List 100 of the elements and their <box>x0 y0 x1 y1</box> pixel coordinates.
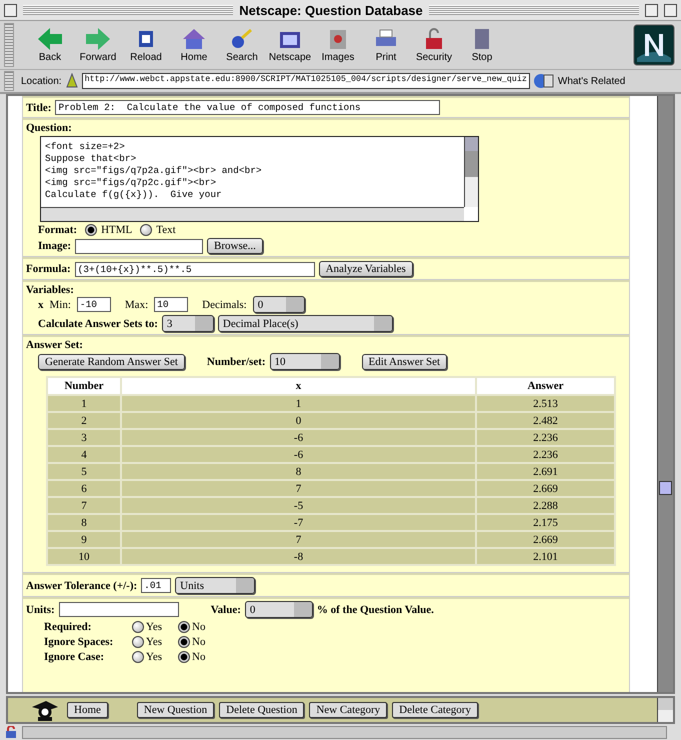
value-dropdown[interactable]: 0 <box>244 601 313 618</box>
field-label: Image: <box>38 240 71 252</box>
house-icon <box>181 27 207 51</box>
vertical-scrollbar[interactable] <box>464 137 478 207</box>
code-line: <font size=+2> <box>45 141 126 153</box>
radio-label: Text <box>156 224 176 236</box>
table-cell: 6 <box>48 481 120 496</box>
table-cell: 8 <box>48 515 120 530</box>
throbber-logo-icon <box>633 24 675 66</box>
toolbar-button[interactable]: Print <box>362 27 410 63</box>
field-label: Calculate Answer Sets to: <box>38 318 158 330</box>
whats-related-button[interactable]: What's Related <box>558 76 626 86</box>
min-field[interactable]: -10 <box>76 297 111 312</box>
column-header: Answer <box>477 378 614 394</box>
url-field[interactable]: http://www.webct.appstate.edu:8900/SCRIPT/MAT1025105_004/scripts/designer/serve_new_quiz <box>82 73 530 89</box>
field-label: Min: <box>50 298 71 310</box>
location-label: Location: <box>21 76 62 86</box>
zoom-box[interactable] <box>645 4 658 16</box>
nav-button[interactable]: Home <box>67 702 108 718</box>
field-label: Answer Tolerance (+/-): <box>26 580 138 592</box>
table-cell: -6 <box>122 430 475 445</box>
image-field[interactable] <box>75 238 203 254</box>
radio-label: Yes <box>146 651 162 663</box>
unit-dropdown[interactable]: Decimal Place(s) <box>218 315 393 332</box>
frame-scrollbar[interactable] <box>657 698 673 722</box>
collapse-box[interactable] <box>664 4 678 16</box>
toolbar-button[interactable]: Home <box>170 27 218 63</box>
variable-name: x <box>38 298 44 310</box>
nav-button[interactable]: New Question <box>136 702 214 718</box>
max-field[interactable]: 10 <box>154 297 188 312</box>
table-cell: 7 <box>122 532 475 547</box>
title-field[interactable]: Problem 2: Calculate the value of composed functions <box>55 100 440 115</box>
section-label: Variables: <box>26 284 74 296</box>
field-label: Max: <box>124 298 148 310</box>
field-label: Format: <box>38 224 78 236</box>
nav-button[interactable]: Delete Question <box>219 702 304 718</box>
number-dropdown[interactable]: 10 <box>270 353 340 370</box>
table-cell: 2.288 <box>477 498 614 513</box>
field-label: % of the Question Value. <box>316 604 434 616</box>
toolbar-button[interactable]: Back <box>26 27 74 63</box>
table-cell: 2.482 <box>477 413 614 428</box>
tolerance-field[interactable]: .01 <box>141 578 172 593</box>
table-cell: 5 <box>48 464 120 479</box>
field-label: Number/set: <box>206 356 266 368</box>
table-cell: 2 <box>48 413 120 428</box>
radio-button[interactable] <box>140 224 152 236</box>
decimals-dropdown[interactable]: 0 <box>252 296 305 313</box>
question-textarea[interactable]: <font size=+2> Suppose that<br> <img src="figs/q7p2a.gif"><br> and<br> <img src="figs/q7p2c.gif"><br> Calculate f(g({x})). Give your <box>40 136 479 222</box>
field-label: Title: <box>26 102 52 114</box>
radio-button[interactable] <box>178 636 190 648</box>
table-cell: 2.175 <box>477 515 614 530</box>
toolbar-button[interactable]: Stop <box>458 27 506 63</box>
toolbar-button[interactable]: Forward <box>74 27 122 63</box>
code-line: Suppose that<br> <box>45 153 138 165</box>
generate-button[interactable]: Generate Random Answer Set <box>38 354 185 370</box>
radio-label: Yes <box>146 621 162 633</box>
edit-answer-set-button[interactable]: Edit Answer Set <box>362 354 448 370</box>
column-header: x <box>122 378 475 394</box>
radio-button[interactable] <box>85 224 98 236</box>
radio-button[interactable] <box>178 621 190 633</box>
search-icon <box>229 27 255 51</box>
table-cell: 2.669 <box>477 532 614 547</box>
toolbar-button[interactable]: Reload <box>122 27 170 63</box>
close-box[interactable] <box>4 4 17 16</box>
table-cell: 0 <box>122 413 475 428</box>
horizontal-scrollbar[interactable] <box>41 207 464 221</box>
browse-button[interactable]: Browse... <box>207 238 263 254</box>
option-label: Required: <box>44 621 92 633</box>
toolbar-button[interactable]: Images <box>314 27 362 63</box>
page-scrollbar[interactable] <box>657 96 673 692</box>
answer-sets-dropdown[interactable]: 3 <box>162 315 214 332</box>
code-line: <img src="figs/q7p2a.gif"><br> and<br> <box>45 165 263 177</box>
radio-button[interactable] <box>132 651 144 663</box>
field-label: Question: <box>26 122 72 134</box>
table-cell: -7 <box>122 515 475 530</box>
radio-button[interactable] <box>132 636 144 648</box>
field-label: Decimals: <box>202 298 247 310</box>
toolbar-grip[interactable] <box>4 71 14 91</box>
table-cell: 7 <box>48 498 120 513</box>
units-field[interactable] <box>58 602 179 617</box>
tolerance-unit-dropdown[interactable]: Units <box>175 577 256 594</box>
radio-button[interactable] <box>132 621 144 633</box>
toolbar-button[interactable]: Search <box>218 27 266 63</box>
window-title: Netscape: Question Database <box>239 2 423 18</box>
field-label: Formula: <box>26 263 71 275</box>
table-cell: 1 <box>48 396 120 411</box>
toolbar-button[interactable]: Netscape <box>266 27 314 63</box>
table-cell: 9 <box>48 532 120 547</box>
table-cell: 2.236 <box>477 447 614 462</box>
nav-button[interactable]: Delete Category <box>392 702 478 718</box>
toolbar-button[interactable]: Security <box>410 27 458 63</box>
radio-button[interactable] <box>178 651 190 663</box>
formula-field[interactable]: (3+(10+{x})**.5)**.5 <box>74 262 315 276</box>
table-cell: 10 <box>48 549 120 564</box>
analyze-variables-button[interactable]: Analyze Variables <box>318 261 413 277</box>
toolbar-grip[interactable] <box>4 23 14 67</box>
table-cell: 2.513 <box>477 396 614 411</box>
field-label: Units: <box>26 604 55 616</box>
left-arrow-icon <box>37 27 63 51</box>
nav-button[interactable]: New Category <box>309 702 388 718</box>
